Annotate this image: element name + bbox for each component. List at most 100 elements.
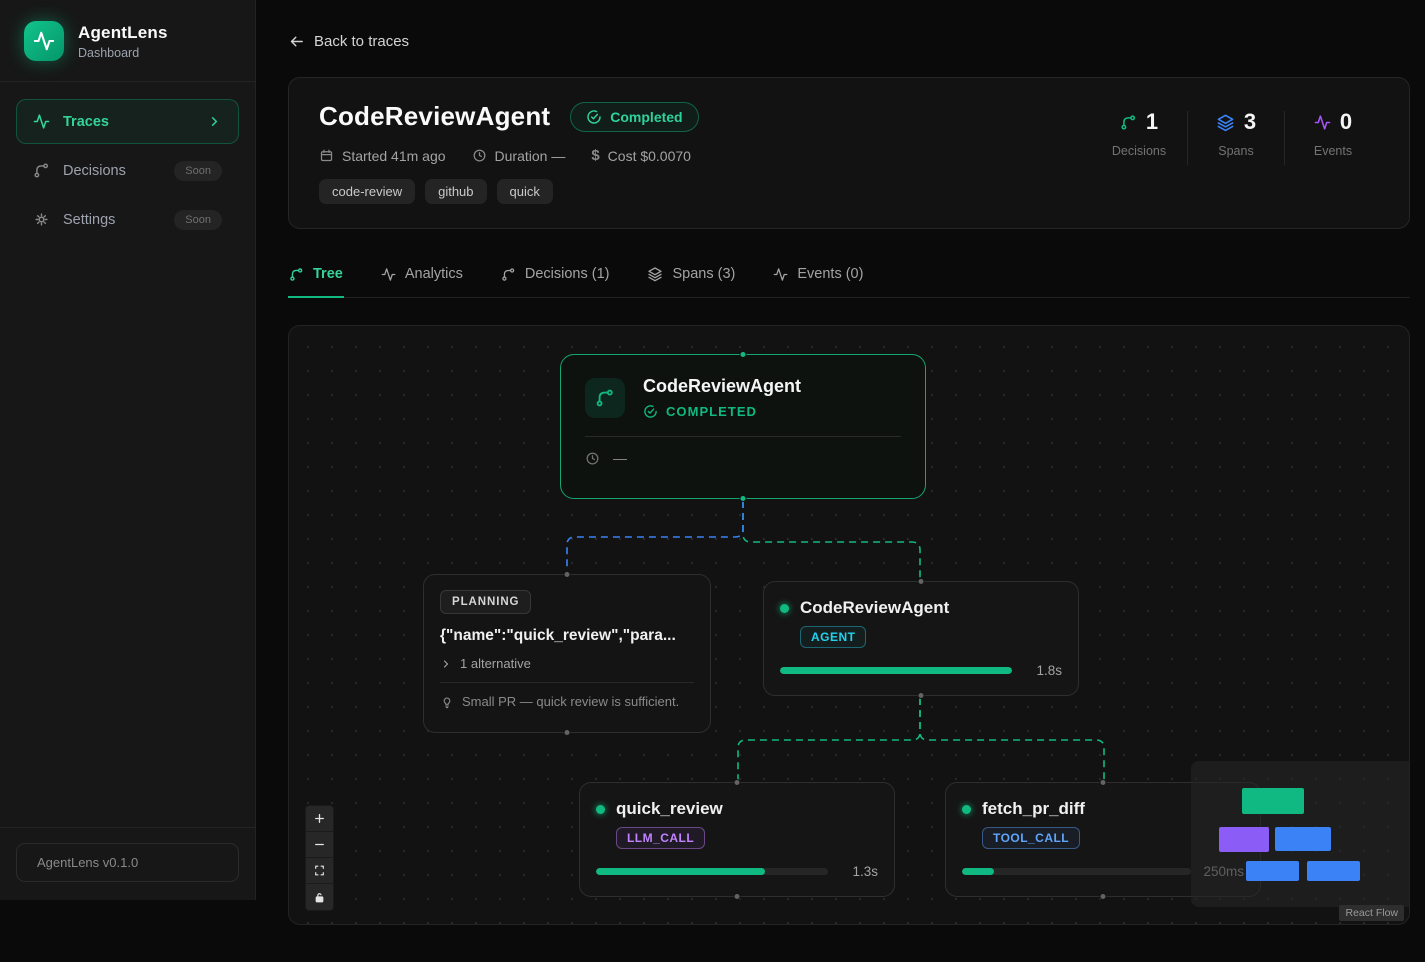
layers-icon — [647, 266, 663, 282]
stat-value: 3 — [1244, 109, 1256, 135]
tab-spans[interactable]: Spans (3) — [646, 256, 736, 297]
sidebar-item-label: Settings — [63, 212, 115, 228]
main-content: Back to traces CodeReviewAgent Completed… — [256, 0, 1425, 962]
app-logo-row: AgentLens Dashboard — [0, 0, 255, 81]
activity-icon — [33, 113, 50, 130]
tab-analytics[interactable]: Analytics — [380, 256, 464, 297]
calendar-icon — [319, 148, 334, 163]
soon-badge: Soon — [174, 210, 222, 230]
node-title: CodeReviewAgent — [643, 376, 801, 397]
status-badge: Completed — [570, 102, 698, 132]
status-dot-icon — [596, 805, 605, 814]
flow-controls — [306, 806, 333, 910]
trace-meta-row: Started 41m ago Duration — $ Cost $0.007… — [319, 147, 699, 164]
node-span-agent[interactable]: CodeReviewAgent AGENT 1.8s — [763, 581, 1079, 696]
react-flow-attribution[interactable]: React Flow — [1339, 905, 1404, 921]
app-logo-icon — [24, 21, 64, 61]
git-branch-icon — [289, 267, 304, 282]
lock-icon — [313, 891, 326, 904]
duration-meta: Duration — — [472, 148, 566, 164]
sidebar-item-traces[interactable]: Traces — [16, 99, 239, 144]
node-handle — [564, 729, 571, 736]
node-root-agent[interactable]: CodeReviewAgent COMPLETED — — [560, 354, 926, 499]
flow-canvas[interactable]: CodeReviewAgent COMPLETED — PLANNING {"n… — [288, 325, 1410, 925]
arrow-left-icon — [288, 33, 305, 50]
tag: code-review — [319, 179, 415, 204]
started-label: Started 41m ago — [342, 148, 446, 164]
stat-decisions: 1 Decisions — [1093, 109, 1185, 158]
node-planning-decision[interactable]: PLANNING {"name":"quick_review","para...… — [423, 574, 711, 733]
tab-label: Spans (3) — [672, 266, 735, 282]
sidebar: AgentLens Dashboard Traces Decisions Soo… — [0, 0, 256, 900]
clock-icon — [472, 148, 487, 163]
check-circle-icon — [643, 404, 658, 419]
sidebar-item-label: Traces — [63, 114, 109, 130]
layers-icon — [1216, 113, 1235, 132]
tab-label: Tree — [313, 266, 343, 282]
tab-decisions[interactable]: Decisions (1) — [500, 256, 611, 297]
cost-meta: $ Cost $0.0070 — [591, 147, 691, 164]
activity-icon — [1314, 114, 1331, 131]
tag: github — [425, 179, 486, 204]
minimap-node-root — [1242, 788, 1304, 814]
node-handle — [918, 692, 925, 699]
gear-icon — [33, 211, 50, 228]
node-handle — [740, 495, 747, 502]
plus-icon — [313, 812, 326, 825]
fit-view-button[interactable] — [306, 858, 333, 884]
node-handle — [734, 779, 741, 786]
lock-button[interactable] — [306, 884, 333, 910]
check-circle-icon — [586, 109, 602, 125]
status-label: Completed — [610, 109, 682, 125]
span-type-badge: TOOL_CALL — [982, 827, 1080, 849]
stat-events: 0 Events — [1287, 109, 1379, 158]
node-handle — [1100, 893, 1107, 900]
zoom-out-button[interactable] — [306, 832, 333, 858]
stat-divider — [1187, 111, 1188, 165]
trace-header-card: CodeReviewAgent Completed Started 41m ag… — [288, 77, 1410, 229]
app-version: AgentLens v0.1.0 — [16, 843, 239, 882]
stat-label: Events — [1287, 144, 1379, 158]
node-span-llm-call[interactable]: quick_review LLM_CALL 1.3s — [579, 782, 895, 897]
git-branch-icon — [501, 267, 516, 282]
stat-spans: 3 Spans — [1190, 109, 1282, 158]
tab-tree[interactable]: Tree — [288, 256, 344, 297]
git-branch-icon — [1120, 114, 1137, 131]
status-dot-icon — [780, 604, 789, 613]
stat-value: 1 — [1146, 109, 1158, 135]
minimap-node-tool — [1307, 861, 1360, 881]
sidebar-item-label: Decisions — [63, 163, 126, 179]
node-handle — [564, 571, 571, 578]
sidebar-item-decisions[interactable]: Decisions Soon — [16, 148, 239, 193]
duration-label: Duration — — [495, 148, 566, 164]
duration-bar — [780, 667, 1012, 674]
decision-summary: {"name":"quick_review","para... — [440, 627, 694, 645]
started-meta: Started 41m ago — [319, 148, 446, 164]
app-subtitle: Dashboard — [78, 46, 168, 60]
zoom-in-button[interactable] — [306, 806, 333, 832]
minimap-node-agent — [1275, 827, 1331, 851]
soon-badge: Soon — [174, 161, 222, 181]
minus-icon — [313, 838, 326, 851]
trace-stats: 1 Decisions 3 Spans 0 Events — [1093, 109, 1379, 204]
alternatives-label: 1 alternative — [460, 656, 531, 671]
clock-icon — [585, 451, 600, 466]
tab-events[interactable]: Events (0) — [772, 256, 864, 297]
tab-bar: Tree Analytics Decisions (1) Spans (3) E… — [288, 256, 1410, 298]
status-dot-icon — [962, 805, 971, 814]
rationale-text: Small PR — quick review is sufficient. — [462, 694, 679, 709]
decision-type-badge: PLANNING — [440, 590, 531, 614]
page-title: CodeReviewAgent — [319, 101, 550, 132]
sidebar-item-settings[interactable]: Settings Soon — [16, 197, 239, 242]
span-type-badge: AGENT — [800, 626, 866, 648]
chevron-right-icon — [440, 658, 452, 670]
node-handle — [1100, 779, 1107, 786]
lightbulb-icon — [440, 695, 454, 709]
minimap-node-planning — [1219, 827, 1269, 852]
flow-minimap[interactable] — [1191, 761, 1409, 907]
alternatives-expander[interactable]: 1 alternative — [440, 656, 694, 671]
back-to-traces-link[interactable]: Back to traces — [288, 33, 409, 50]
node-status: COMPLETED — [666, 404, 757, 419]
tab-label: Analytics — [405, 266, 463, 282]
activity-icon — [773, 267, 788, 282]
